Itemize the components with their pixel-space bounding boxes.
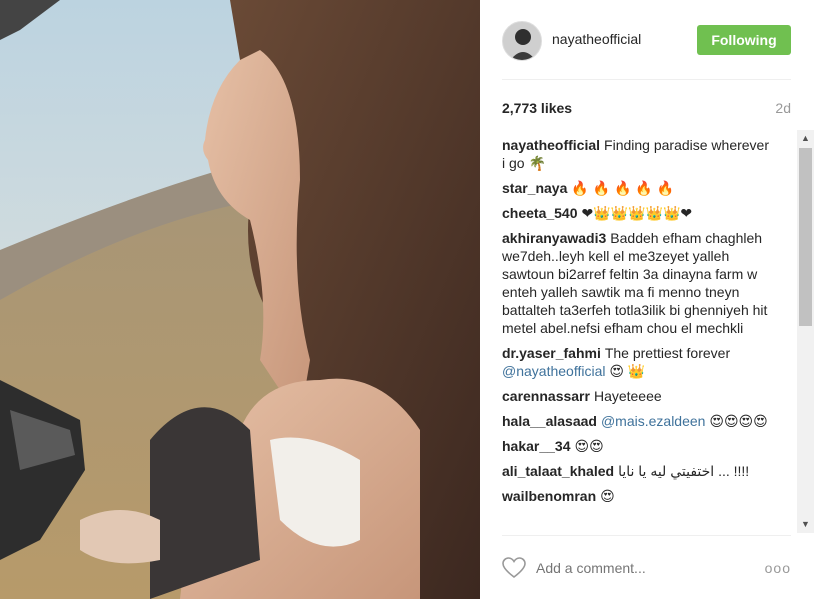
add-comment-input[interactable]	[536, 560, 736, 576]
list-item: dr.yaser_fahmi The prettiest forever @nay…	[502, 344, 772, 380]
comment-text: ❤👑👑👑👑👑❤	[581, 205, 693, 221]
list-item: carennassarr Hayeteeee	[502, 387, 772, 405]
comment-username[interactable]: carennassarr	[502, 388, 590, 404]
scroll-up-icon[interactable]: ▲	[797, 130, 814, 147]
list-item: wailbenomran 😍	[502, 487, 772, 505]
comments-scrollbar[interactable]: ▲ ▼	[797, 130, 814, 533]
list-item: cheeta_540 ❤👑👑👑👑👑❤	[502, 204, 772, 222]
post-sidebar: nayatheofficial Following 2,773 likes 2d…	[480, 0, 815, 599]
comment-text: The prettiest forever	[604, 345, 731, 361]
comment-text: 😍😍	[574, 438, 604, 454]
comment-username[interactable]: ali_talaat_khaled	[502, 463, 614, 479]
list-item: hala__alasaad @mais.ezaldeen 😍😍😍😍	[502, 412, 772, 430]
avatar-image	[503, 22, 541, 60]
list-item: hakar__34 😍😍	[502, 437, 772, 455]
comment-username[interactable]: dr.yaser_fahmi	[502, 345, 601, 361]
comment-username[interactable]: akhiranyawadi3	[502, 230, 606, 246]
comment-text: Hayeteeee	[593, 388, 662, 404]
comment-mention[interactable]: @mais.ezaldeen	[601, 413, 706, 429]
list-item: ali_talaat_khaled اختفيتي ليه يا نايا ...…	[502, 462, 772, 480]
list-item: star_naya 🔥 🔥 🔥 🔥 🔥	[502, 179, 772, 197]
comments-list: nayatheofficial Finding paradise wherever…	[502, 136, 772, 530]
comment-username[interactable]: hala__alasaad	[502, 413, 597, 429]
comment-username[interactable]: cheeta_540	[502, 205, 578, 221]
more-options-icon[interactable]: ooo	[765, 560, 791, 576]
username-link[interactable]: nayatheofficial	[552, 31, 641, 47]
likes-row: 2,773 likes 2d	[502, 96, 791, 120]
list-item: akhiranyawadi3 Baddeh efham chaghleh we7d…	[502, 229, 772, 337]
comment-username[interactable]: star_naya	[502, 180, 567, 196]
comment-username[interactable]: wailbenomran	[502, 488, 596, 504]
post-age[interactable]: 2d	[775, 100, 791, 116]
comment-text-after: 😍😍😍😍	[705, 413, 768, 429]
following-button[interactable]: Following	[697, 25, 791, 55]
list-item: nayatheofficial Finding paradise wherever…	[502, 136, 772, 172]
post-photo	[0, 0, 480, 599]
comment-mention[interactable]: @nayatheofficial	[502, 363, 605, 379]
comment-text: 🔥 🔥 🔥 🔥 🔥	[571, 180, 675, 196]
heart-icon[interactable]	[502, 557, 526, 579]
comment-text-after: 😍 👑	[605, 363, 646, 379]
comment-text: اختفيتي ليه يا نايا ... !!!!	[618, 463, 750, 479]
scroll-down-icon[interactable]: ▼	[797, 516, 814, 533]
post-footer: ooo	[502, 535, 791, 599]
post-header: nayatheofficial Following	[502, 0, 791, 80]
comment-username[interactable]: hakar__34	[502, 438, 571, 454]
comment-username[interactable]: nayatheofficial	[502, 137, 600, 153]
comment-text: 😍	[600, 488, 615, 504]
avatar[interactable]	[502, 21, 542, 61]
scroll-thumb[interactable]	[799, 148, 812, 326]
photo-image	[0, 0, 480, 599]
likes-count[interactable]: 2,773 likes	[502, 100, 572, 116]
